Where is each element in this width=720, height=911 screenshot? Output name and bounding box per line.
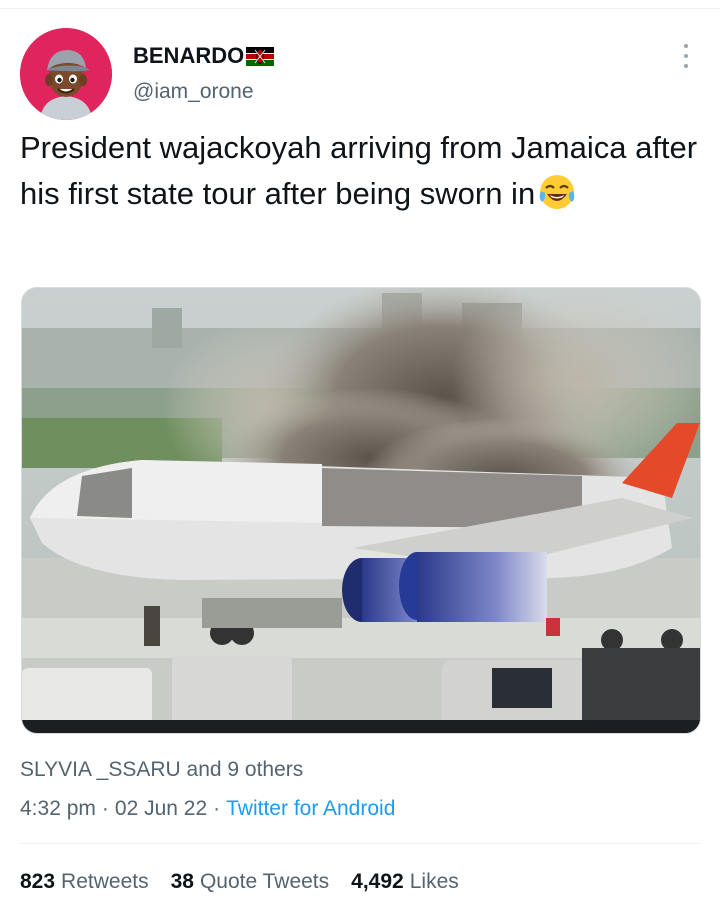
liked-by-text[interactable]: SLYVIA _SSARU and 9 others [20,758,303,782]
tweet-timestamp: 4:32 pm · 02 Jun 22 · Twitter for Android [20,797,395,821]
tweet-source-link[interactable]: Twitter for Android [226,797,395,820]
quote-tweets-label: Quote Tweets [199,870,330,893]
tweet-stats: 823 Retweets 38 Quote Tweets 4,492 Likes [20,870,459,894]
likes-label: Likes [409,870,459,893]
retweets-stat[interactable]: 823 Retweets [20,870,149,894]
tweet-photo[interactable] [21,287,701,734]
avatar[interactable] [20,28,112,120]
likes-stat[interactable]: 4,492 Likes [351,870,459,894]
display-name[interactable]: BENARDO [133,43,275,69]
separator-dot: · [101,797,109,820]
retweets-label: Retweets [61,870,149,893]
quote-tweets-stat[interactable]: 38 Quote Tweets [171,870,330,894]
burning-airplane-photo [22,288,700,733]
user-handle[interactable]: @iam_orone [133,80,254,104]
more-options-icon[interactable] [676,44,696,68]
likes-count: 4,492 [351,870,404,893]
kenya-flag-icon [246,46,275,66]
top-divider [0,8,720,9]
face-with-tears-of-joy-icon [539,175,575,209]
tweet-text: President wajackoyah arriving from Jamai… [20,125,710,217]
stats-divider [20,843,700,844]
display-name-text: BENARDO [133,43,245,68]
tweet-date[interactable]: 02 Jun 22 [115,797,207,820]
separator-dot: · [213,797,221,820]
tweet-time[interactable]: 4:32 pm [20,797,96,820]
quote-tweets-count: 38 [170,870,194,893]
retweets-count: 823 [20,870,56,893]
tweet-text-body: President wajackoyah arriving from Jamai… [20,130,698,211]
